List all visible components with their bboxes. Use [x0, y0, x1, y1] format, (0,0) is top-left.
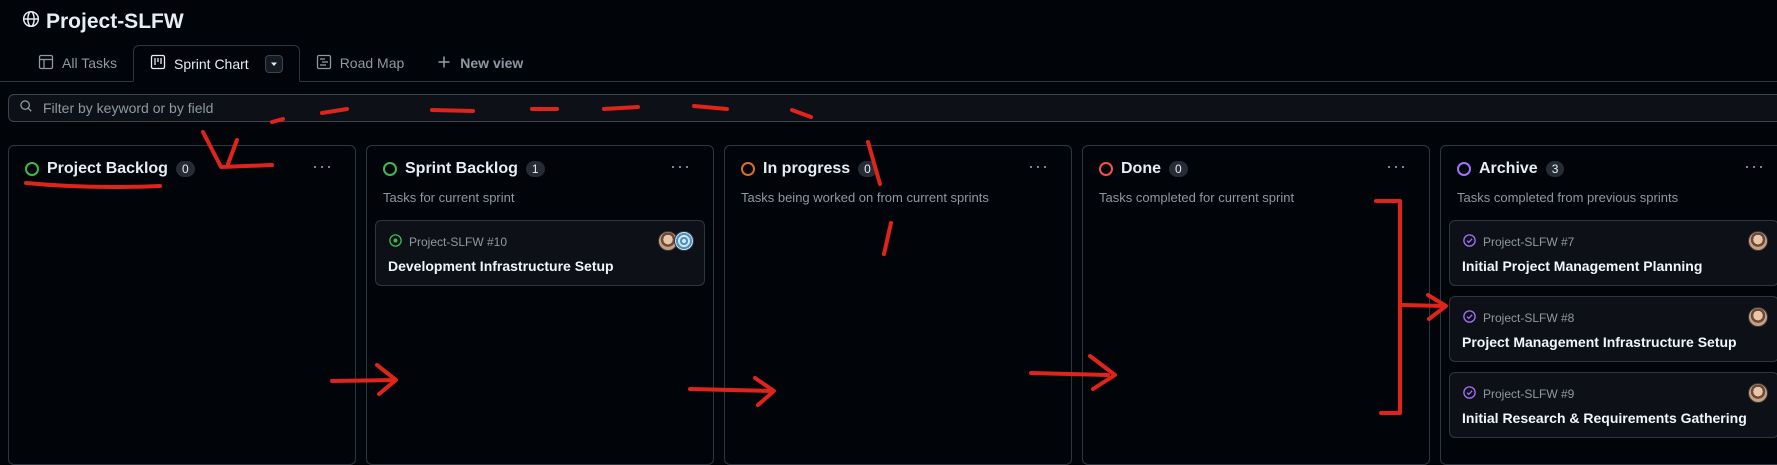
column-header: Project Backlog 0 [25, 160, 195, 178]
status-circle-icon [741, 162, 755, 176]
task-card[interactable]: Project-SLFW #8 Project Management Infra… [1449, 296, 1777, 362]
card-meta: Project-SLFW #8 [1462, 309, 1574, 327]
column-header: In progress 0 [741, 160, 877, 178]
column-header: Archive 3 [1457, 160, 1565, 178]
column-in-progress: In progress 0 ··· Tasks being worked on … [724, 145, 1072, 465]
new-view-button[interactable]: New view [420, 45, 539, 81]
filter-input[interactable] [41, 99, 645, 117]
issue-closed-icon [1462, 233, 1477, 251]
card-title: Initial Research & Requirements Gatherin… [1462, 410, 1747, 426]
card-ref: Project-SLFW #10 [409, 235, 508, 249]
avatar[interactable] [1748, 307, 1768, 327]
globe-icon [22, 10, 40, 34]
column-sprint-backlog: Sprint Backlog 1 ··· Tasks for current s… [366, 145, 714, 465]
column-description: Tasks for current sprint [383, 190, 515, 205]
column-header: Sprint Backlog 1 [383, 160, 545, 178]
column-count: 0 [1169, 161, 1188, 177]
column-menu-button[interactable]: ··· [1028, 156, 1049, 177]
issue-closed-icon [1462, 385, 1477, 403]
card-meta: Project-SLFW #10 [388, 233, 507, 251]
table-icon [38, 54, 54, 73]
column-count: 0 [175, 161, 195, 177]
triangle-down-icon [270, 62, 277, 66]
column-description: Tasks completed for current sprint [1099, 190, 1295, 205]
column-count: 0 [858, 161, 877, 177]
project-header: Project-SLFW All Tasks Sprint Chart Road… [0, 0, 1777, 82]
column-project-backlog: Project Backlog 0 ··· [8, 145, 356, 465]
column-menu-button[interactable]: ··· [1744, 156, 1765, 177]
column-menu-button[interactable]: ··· [312, 156, 333, 177]
card-title: Project Management Infrastructure Setup [1462, 334, 1737, 350]
issue-closed-icon [1462, 309, 1477, 327]
project-title-row: Project-SLFW [22, 10, 184, 34]
task-card[interactable]: Project-SLFW #9 Initial Research & Requi… [1449, 372, 1777, 438]
project-title: Project-SLFW [46, 10, 184, 33]
tab-all-tasks[interactable]: All Tasks [22, 45, 133, 81]
issue-open-icon [388, 233, 403, 251]
column-description: Tasks completed from previous sprints [1457, 190, 1679, 205]
tab-label: All Tasks [62, 55, 117, 71]
plus-icon [436, 54, 452, 73]
column-done: Done 0 ··· Tasks completed for current s… [1082, 145, 1430, 465]
column-menu-button[interactable]: ··· [670, 156, 691, 177]
tab-label: Sprint Chart [173, 55, 249, 72]
card-title: Development Infrastructure Setup [388, 258, 614, 274]
tab-sprint-chart[interactable]: Sprint Chart [132, 45, 300, 82]
card-ref: Project-SLFW #9 [1483, 387, 1575, 401]
tab-label: Road Map [339, 55, 405, 71]
status-circle-icon [1457, 162, 1471, 176]
column-description: Tasks being worked on from current sprin… [741, 190, 989, 205]
column-menu-button[interactable]: ··· [1386, 156, 1407, 177]
column-title: Archive [1479, 160, 1538, 177]
task-card[interactable]: Project-SLFW #10 Development Infrastruct… [375, 220, 705, 286]
board-icon [150, 54, 166, 73]
card-meta: Project-SLFW #7 [1462, 233, 1574, 251]
column-title: Sprint Backlog [405, 160, 518, 177]
search-icon [19, 99, 33, 118]
status-circle-icon [383, 162, 397, 176]
roadmap-icon [316, 54, 332, 73]
card-ref: Project-SLFW #8 [1483, 311, 1575, 325]
column-header: Done 0 [1099, 160, 1188, 178]
view-options-dropdown[interactable] [264, 54, 283, 73]
card-ref: Project-SLFW #7 [1483, 235, 1575, 249]
status-circle-icon [1099, 162, 1113, 176]
filter-bar[interactable] [8, 94, 1777, 122]
column-title: Done [1121, 160, 1161, 177]
column-count: 3 [1545, 161, 1565, 177]
tab-road-map[interactable]: Road Map [300, 45, 421, 81]
card-meta: Project-SLFW #9 [1462, 385, 1574, 403]
column-count: 1 [525, 161, 545, 177]
column-title: Project Backlog [47, 160, 168, 177]
new-view-label: New view [460, 55, 524, 71]
avatar[interactable] [674, 231, 694, 251]
column-title: In progress [763, 160, 851, 177]
card-title: Initial Project Management Planning [1462, 258, 1703, 274]
column-archive: Archive 3 ··· Tasks completed from previ… [1440, 145, 1777, 465]
task-card[interactable]: Project-SLFW #7 Initial Project Manageme… [1449, 220, 1777, 286]
avatar[interactable] [1748, 383, 1768, 403]
view-tabs: All Tasks Sprint Chart Road Map New view [22, 45, 539, 82]
avatar[interactable] [1748, 231, 1768, 251]
status-circle-icon [25, 162, 39, 176]
